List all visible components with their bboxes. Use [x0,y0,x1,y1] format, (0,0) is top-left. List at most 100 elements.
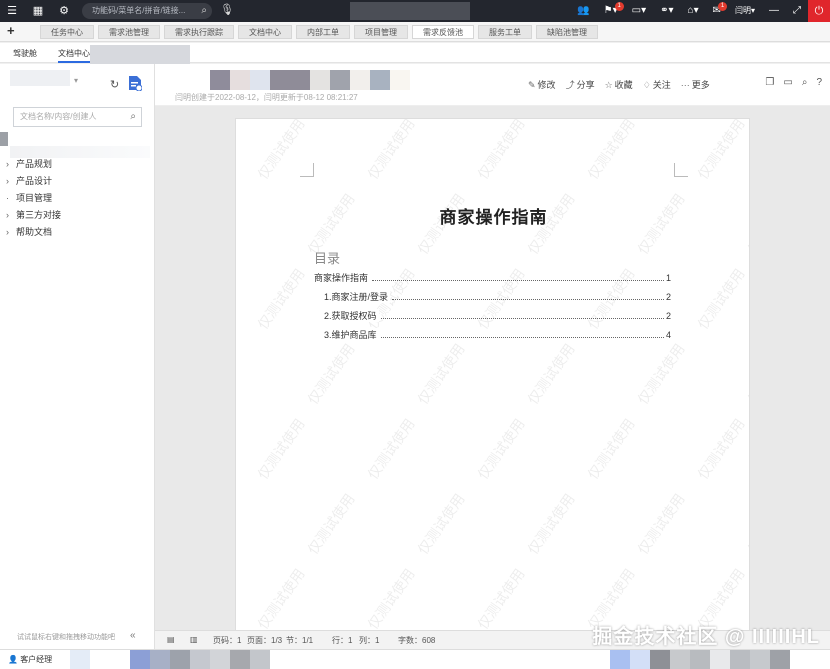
tab-defect-pool[interactable]: 缺陷池管理 [536,25,598,39]
toc-entry[interactable]: 商家操作指南 1 [314,271,671,290]
edit-button[interactable]: ✎ 修改 [528,78,556,91]
tree-item-project-management[interactable]: · 项目管理 [6,190,151,207]
message-icon[interactable]: ✉ 1 [706,0,728,22]
tree-item-label: 产品规划 [16,159,53,169]
global-search-input[interactable]: 功能码/菜单名/拼音/链接... ⌕ [82,3,212,19]
blurred-region [150,650,170,669]
outline-view-icon[interactable]: ▥ [190,635,198,644]
edit-icon: ✎ [528,80,536,90]
page-watermark: 仅测试使用 [364,415,418,483]
users-icon[interactable]: 👥 [570,0,596,22]
page-watermark: 仅测试使用 [304,340,358,408]
favorite-label: 收藏 [614,80,633,90]
blurred-region [170,650,190,669]
page-count: 页面：1/3 [247,636,283,645]
blurred-region [250,70,270,90]
page-corner-mark [300,163,314,177]
col-info: 列：1 [359,636,380,645]
window-icon[interactable]: ▭▾ [625,0,653,22]
chevron-right-icon[interactable]: › [6,156,16,173]
maximize-icon[interactable]: ⤢ [786,0,808,22]
refresh-icon[interactable]: ↻ [110,78,119,91]
collapse-sidebar-icon[interactable]: « [130,630,136,641]
cart-icon[interactable]: ⌂▾ [681,0,706,22]
bottom-taskbar: 👤 客户经理 [0,649,830,669]
row-info: 行：1 [332,636,353,645]
page-watermark: 仅测试使用 [414,340,468,408]
toc-leader [380,311,664,319]
toc-entry[interactable]: 3.维护商品库 4 [314,328,671,347]
blurred-region [350,70,370,90]
page-number: 页码：1 [213,636,242,645]
link-icon[interactable]: ⚭▾ [653,0,680,22]
tree-item-third-party[interactable]: › 第三方对接 [6,207,151,224]
settings-icon[interactable]: ⚙ [56,3,72,19]
more-icon: ··· [680,80,690,90]
subtab-cockpit[interactable]: 驾驶舱 [13,48,37,59]
power-icon[interactable]: ⏻ [808,0,830,22]
tree-item-product-planning[interactable]: › 产品规划 [6,156,151,173]
tab-internal-ticket[interactable]: 内部工单 [296,25,350,39]
customer-manager-label: 客户经理 [20,655,53,664]
user-menu[interactable]: 闫明▾ [728,0,762,22]
doc-search-input[interactable]: 文档名称/内容/创建人 ⌕ [13,107,142,127]
tab-doc-center[interactable]: 文档中心 [238,25,292,39]
toc-page-number: 4 [665,330,671,340]
menu-icon[interactable]: ☰ [4,3,20,19]
toc-entry[interactable]: 2.获取授权码 2 [314,309,671,328]
word-count: 字数：608 [398,636,436,645]
blurred-region [330,70,350,90]
microphone-icon[interactable]: 🎙 [220,3,234,16]
more-button[interactable]: ··· 更多 [681,78,710,91]
page-view-icon[interactable]: ▤ [167,635,175,644]
search-icon[interactable]: ⌕ [201,3,207,19]
tab-task-center[interactable]: 任务中心 [40,25,94,39]
help-icon[interactable]: ? [816,77,822,88]
follow-label: 关注 [652,80,671,90]
sub-tab-row: 驾驶舱 文档中心 [0,43,830,71]
tab-requirement-pool[interactable]: 需求池管理 [98,25,160,39]
tree-item-label: 产品设计 [16,176,53,186]
share-button[interactable]: ⤴ 分享 [566,78,595,91]
subtab-doc-center[interactable]: 文档中心 [58,48,90,63]
blurred-region [770,650,790,669]
new-doc-icon[interactable] [128,75,142,91]
tree-item-label: 第三方对接 [16,210,62,220]
chevron-down-icon[interactable]: ▾ [74,76,78,85]
toc-entry[interactable]: 1.商家注册/登录 2 [314,290,671,309]
tab-feedback-pool[interactable]: 需求反馈池 [412,25,474,39]
tree-item-product-design[interactable]: › 产品设计 [6,173,151,190]
favorite-button[interactable]: ☆ 收藏 [605,78,633,91]
chevron-right-icon[interactable]: › [6,173,16,190]
chevron-right-icon[interactable]: › [6,207,16,224]
tab-requirement-tracking[interactable]: 需求执行跟踪 [164,25,234,39]
toc-page-number: 2 [665,292,671,302]
org-icon[interactable]: ⚑▾ 1 [597,0,625,22]
blurred-region [610,650,630,669]
customer-manager-item[interactable]: 👤 客户经理 [8,654,52,665]
tree-item-help-docs[interactable]: › 帮助文档 [6,224,151,241]
page-watermark: 仅测试使用 [634,490,688,558]
follow-button[interactable]: ♢ 关注 [643,78,671,91]
space-selector[interactable] [10,70,70,86]
minimize-icon[interactable]: — [762,0,786,22]
search-icon[interactable]: ⌕ [802,77,808,88]
toc-leader [392,292,664,300]
apps-grid-icon[interactable]: ▦ [30,3,46,19]
page-watermark: 仅测试使用 [474,565,528,630]
comment-icon[interactable]: ▭ [783,77,792,88]
page-watermark: 仅测试使用 [474,415,528,483]
document-viewer[interactable]: 仅测试使用 仅测试使用 仅测试使用 仅测试使用 仅测试使用 仅测试使用 仅测试使用 仅测试使用… [155,106,830,630]
add-tab-icon[interactable]: + [7,23,15,38]
tab-service-ticket[interactable]: 服务工单 [478,25,532,39]
document-title: 商家操作指南 [439,208,548,227]
search-icon[interactable]: ⌕ [130,108,136,126]
page-watermark: 仅测试使用 [254,415,308,483]
copy-icon[interactable]: ❐ [765,77,774,88]
page-watermark: 仅测试使用 [304,490,358,558]
blurred-region [750,650,770,669]
section-info: 节：1/1 [286,636,314,645]
page-watermark: 仅测试使用 [694,265,748,333]
chevron-right-icon[interactable]: › [6,224,16,241]
tab-project-management[interactable]: 项目管理 [354,25,408,39]
